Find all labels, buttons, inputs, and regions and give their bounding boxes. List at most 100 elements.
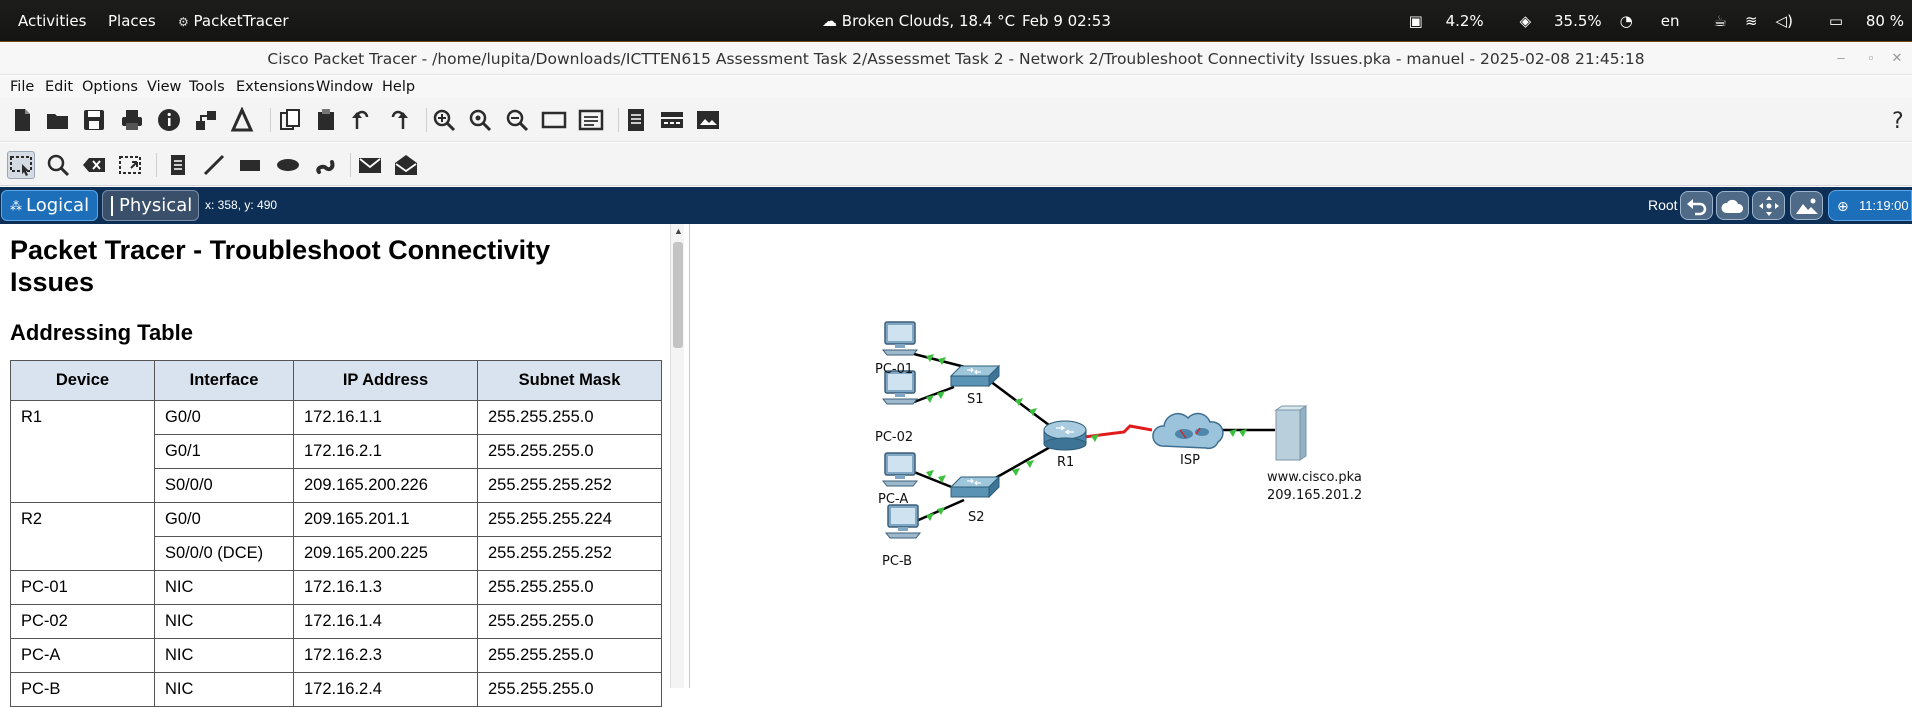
menu-options[interactable]: Options bbox=[82, 79, 138, 95]
switch-s2-icon[interactable] bbox=[950, 476, 1000, 498]
cpu-indicator[interactable]: ▣ 4.2% bbox=[1391, 12, 1484, 30]
close-icon[interactable]: ✕ bbox=[1888, 49, 1906, 67]
link-pca-s2[interactable] bbox=[913, 470, 955, 490]
minimize-icon[interactable]: – bbox=[1832, 49, 1850, 67]
network-info-icon[interactable] bbox=[192, 106, 220, 134]
add-complex-pdu-icon[interactable] bbox=[392, 151, 420, 179]
delete-icon[interactable] bbox=[80, 151, 108, 179]
menu-window[interactable]: Window bbox=[316, 79, 373, 95]
cell-ip: 209.165.200.226 bbox=[293, 468, 478, 503]
label-pcb: PC-B bbox=[882, 554, 913, 569]
instructions-pane: Packet Tracer - Troubleshoot Connectivit… bbox=[0, 224, 690, 707]
volume-icon[interactable]: ◁) bbox=[1776, 12, 1793, 30]
activity-wizard-icon[interactable] bbox=[228, 106, 256, 134]
help-icon[interactable]: ? bbox=[1884, 106, 1912, 134]
open-folder-icon[interactable] bbox=[44, 106, 72, 134]
menu-view[interactable]: View bbox=[147, 79, 181, 95]
draw-rectangle-icon[interactable] bbox=[236, 151, 264, 179]
image-icon[interactable] bbox=[694, 106, 722, 134]
scrollbar-thumb[interactable] bbox=[673, 242, 683, 348]
switch-s1-icon[interactable] bbox=[950, 365, 1000, 387]
move-object-icon[interactable] bbox=[1752, 191, 1785, 220]
menu-extensions[interactable]: Extensions bbox=[236, 79, 315, 95]
select-tool-icon[interactable] bbox=[7, 151, 35, 179]
copy-icon[interactable] bbox=[276, 106, 304, 134]
clock-datetime[interactable]: Feb 9 02:53 bbox=[1022, 12, 1111, 30]
resize-shape-icon[interactable] bbox=[116, 151, 144, 179]
memory-indicator[interactable]: ◈ 35.5% bbox=[1502, 12, 1602, 30]
drawing-toolbar bbox=[0, 143, 1912, 186]
zoom-in-icon[interactable] bbox=[430, 106, 458, 134]
table-header-row: Device Interface IP Address Subnet Mask bbox=[10, 360, 662, 401]
inspect-icon[interactable] bbox=[44, 151, 72, 179]
cell-mask: 255.255.255.224 bbox=[477, 502, 662, 537]
paste-icon[interactable] bbox=[312, 106, 340, 134]
instructions-scrollbar[interactable]: ▲ bbox=[670, 224, 684, 688]
notes-icon[interactable] bbox=[622, 106, 650, 134]
cell-device: PC-A bbox=[10, 638, 155, 673]
zoom-reset-icon[interactable] bbox=[466, 106, 494, 134]
weather-indicator[interactable]: ☁ Broken Clouds, 18.4 °C bbox=[822, 12, 1015, 30]
link-s1-r1[interactable] bbox=[989, 379, 1058, 433]
root-label[interactable]: Root bbox=[1648, 197, 1678, 213]
instructions-content: Packet Tracer - Troubleshoot Connectivit… bbox=[10, 234, 670, 707]
server-icon[interactable] bbox=[1274, 405, 1308, 461]
link-pc02-s1[interactable] bbox=[913, 385, 955, 404]
cell-ip: 172.16.2.3 bbox=[293, 638, 478, 673]
pc01-icon[interactable] bbox=[882, 321, 918, 356]
custom-device-icon[interactable] bbox=[577, 106, 605, 134]
cell-ip: 209.165.200.225 bbox=[293, 536, 478, 571]
info-icon[interactable] bbox=[155, 106, 183, 134]
simulation-clock[interactable]: ⊕ 11:19:00 bbox=[1828, 190, 1912, 221]
svg-text:?: ? bbox=[1892, 109, 1904, 133]
cell-mask: 255.255.255.0 bbox=[477, 604, 662, 639]
cell-mask: 255.255.255.0 bbox=[477, 434, 662, 469]
column-header: Interface bbox=[154, 360, 294, 401]
menu-file[interactable]: File bbox=[10, 79, 34, 95]
undo-icon[interactable] bbox=[348, 106, 376, 134]
link-s2-r1[interactable] bbox=[989, 444, 1053, 483]
draw-line-icon[interactable] bbox=[200, 151, 228, 179]
activities-button[interactable]: Activities bbox=[18, 12, 86, 30]
places-menu[interactable]: Places bbox=[108, 12, 156, 30]
language-indicator[interactable]: en bbox=[1661, 12, 1680, 30]
add-simple-pdu-icon[interactable] bbox=[356, 151, 384, 179]
drawing-palette-icon[interactable] bbox=[540, 106, 568, 134]
coffee-icon[interactable]: ☕ bbox=[1714, 12, 1727, 30]
new-file-icon[interactable] bbox=[8, 106, 36, 134]
menu-edit[interactable]: Edit bbox=[45, 79, 73, 95]
cell-interface: NIC bbox=[154, 570, 294, 605]
back-arrow-icon[interactable] bbox=[1680, 191, 1713, 220]
cell-mask: 255.255.255.0 bbox=[477, 638, 662, 673]
cell-interface: NIC bbox=[154, 638, 294, 673]
pca-icon[interactable] bbox=[882, 452, 918, 487]
topology-diagram bbox=[882, 321, 1308, 539]
draw-ellipse-icon[interactable] bbox=[274, 151, 302, 179]
app-menu[interactable]: ⚙ PacketTracer bbox=[178, 12, 289, 30]
tab-physical[interactable]: Physical bbox=[102, 190, 199, 221]
wifi-icon[interactable]: ≋ bbox=[1745, 12, 1758, 30]
maximize-icon[interactable]: ▫ bbox=[1862, 49, 1880, 67]
freeform-draw-icon[interactable] bbox=[312, 151, 340, 179]
tab-logical[interactable]: ⁂ Logical bbox=[1, 190, 98, 221]
cloud-cluster-icon[interactable] bbox=[1716, 191, 1749, 220]
redo-icon[interactable] bbox=[384, 106, 412, 134]
save-icon[interactable] bbox=[80, 106, 108, 134]
zoom-out-icon[interactable] bbox=[503, 106, 531, 134]
addressing-table: Device Interface IP Address Subnet Mask … bbox=[10, 360, 662, 707]
place-note-icon[interactable] bbox=[164, 151, 192, 179]
router-r1-icon[interactable] bbox=[1043, 420, 1087, 451]
battery-indicator[interactable]: ▭ 80 % bbox=[1811, 12, 1904, 30]
cell-interface: NIC bbox=[154, 604, 294, 639]
table-row: PC-A NIC 172.16.2.3 255.255.255.0 bbox=[10, 638, 662, 673]
device-dialog-icon[interactable] bbox=[658, 106, 686, 134]
pcb-icon[interactable] bbox=[885, 504, 921, 539]
scroll-up-icon[interactable]: ▲ bbox=[674, 226, 683, 236]
menu-help[interactable]: Help bbox=[382, 79, 415, 95]
accessibility-icon[interactable]: ◔ bbox=[1620, 12, 1633, 30]
logical-workspace-canvas[interactable]: PC-01 PC-02 PC-A PC-B S1 S2 R1 ISP www.c… bbox=[692, 224, 1912, 688]
background-image-icon[interactable] bbox=[1790, 191, 1823, 220]
menu-tools[interactable]: Tools bbox=[189, 79, 225, 95]
isp-cloud-icon[interactable] bbox=[1152, 412, 1224, 450]
print-icon[interactable] bbox=[118, 106, 146, 134]
